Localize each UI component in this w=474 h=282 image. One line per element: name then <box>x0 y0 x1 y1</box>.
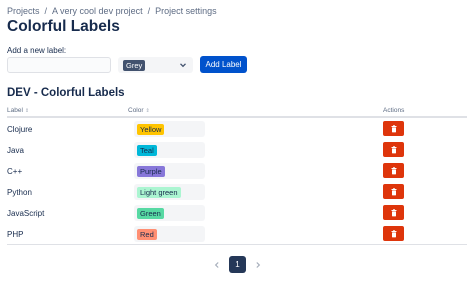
chevron-down-icon <box>178 60 188 70</box>
selected-color-chip: Grey <box>123 59 146 71</box>
delete-label-button[interactable] <box>383 184 404 199</box>
add-label-heading: Add a new label: <box>7 46 67 55</box>
column-header-label[interactable]: Label ⇕ <box>7 107 29 114</box>
row-color-chip: Green <box>137 207 164 219</box>
row-color-select[interactable]: Light green <box>134 184 205 200</box>
table-header-divider <box>7 116 467 118</box>
add-label-button[interactable]: Add Label <box>200 56 247 73</box>
breadcrumb-separator: / <box>44 6 48 16</box>
row-label: C++ <box>7 167 23 176</box>
row-label: Clojure <box>7 125 33 134</box>
column-header-actions: Actions <box>383 107 404 114</box>
breadcrumb-separator: / <box>147 6 151 16</box>
trash-icon <box>390 120 398 138</box>
row-color-chip: Yellow <box>137 123 165 135</box>
column-header-color-text: Color <box>128 107 144 114</box>
row-color-select[interactable]: Purple <box>134 163 205 179</box>
column-header-label-text: Label <box>7 107 23 114</box>
trash-icon <box>390 225 398 243</box>
row-color-chip: Red <box>137 228 157 240</box>
row-label: Java <box>7 146 24 155</box>
pagination: 1 <box>211 256 264 273</box>
breadcrumb-project[interactable]: A very cool dev project <box>52 6 143 16</box>
table-row: JavaScript Green <box>7 204 467 225</box>
trash-icon <box>390 183 398 201</box>
new-label-input[interactable] <box>7 57 111 73</box>
row-label: PHP <box>7 230 24 239</box>
column-header-color[interactable]: Color ⇕ <box>128 107 150 114</box>
breadcrumb-project-settings[interactable]: Project settings <box>155 6 217 16</box>
section-title: DEV - Colorful Labels <box>7 87 125 99</box>
row-label: JavaScript <box>7 209 45 218</box>
table-row: Clojure Yellow <box>7 120 467 141</box>
new-label-color-select[interactable]: Grey <box>118 57 193 73</box>
page-button-current[interactable]: 1 <box>229 256 246 273</box>
sort-icon: ⇕ <box>24 107 30 114</box>
row-color-chip: Teal <box>137 144 157 156</box>
row-color-select[interactable]: Red <box>134 226 205 242</box>
table-row: Python Light green <box>7 183 467 204</box>
row-label: Python <box>7 188 32 197</box>
table-row: Java Teal <box>7 141 467 162</box>
row-color-chip: Light green <box>137 186 181 198</box>
sort-icon: ⇕ <box>145 107 150 114</box>
row-color-select[interactable]: Green <box>134 205 205 221</box>
delete-label-button[interactable] <box>383 142 404 157</box>
delete-label-button[interactable] <box>383 226 404 241</box>
trash-icon <box>390 141 398 159</box>
table-row: C++ Purple <box>7 162 467 183</box>
row-color-select[interactable]: Yellow <box>134 121 205 137</box>
delete-label-button[interactable] <box>383 121 404 136</box>
delete-label-button[interactable] <box>383 205 404 220</box>
trash-icon <box>390 204 398 222</box>
breadcrumb-projects[interactable]: Projects <box>7 6 40 16</box>
delete-label-button[interactable] <box>383 163 404 178</box>
row-color-select[interactable]: Teal <box>134 142 205 158</box>
chevron-right-icon[interactable] <box>252 257 264 273</box>
breadcrumb: Projects / A very cool dev project / Pro… <box>7 6 217 16</box>
table-bottom-divider <box>7 244 467 245</box>
column-header-actions-text: Actions <box>383 107 405 114</box>
page-title: Colorful Labels <box>7 18 120 35</box>
row-color-chip: Purple <box>137 165 165 177</box>
chevron-left-icon[interactable] <box>211 257 223 273</box>
table-row: PHP Red <box>7 225 467 246</box>
trash-icon <box>390 162 398 180</box>
